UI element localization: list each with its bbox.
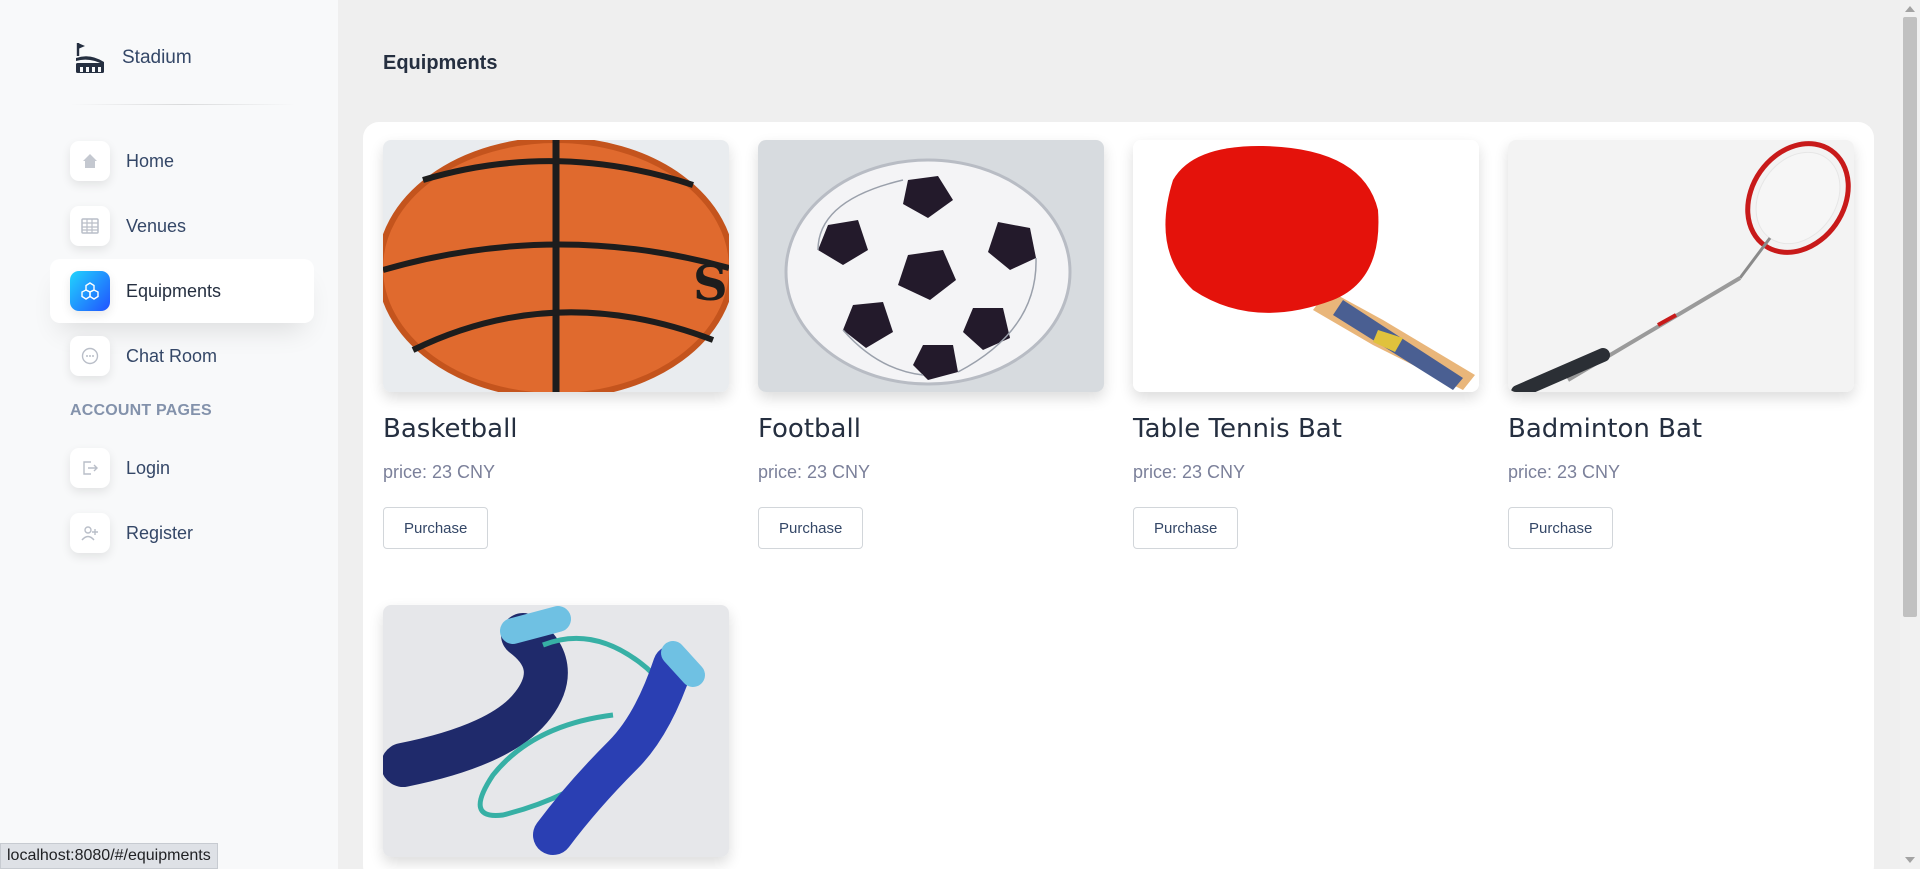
login-icon: [70, 448, 110, 488]
product-price: price: 23 CNY: [383, 462, 496, 482]
sidebar-item-register[interactable]: Register: [50, 501, 314, 565]
product-price: price: 23 CNY: [1133, 462, 1246, 482]
vertical-scrollbar[interactable]: [1900, 0, 1920, 869]
scrollbar-thumb[interactable]: [1903, 17, 1917, 617]
sidebar-item-label: Venues: [126, 215, 187, 236]
product-item: Football price: 23 CNY Purchase: [758, 140, 1104, 549]
section-title-account-pages: ACCOUNT PAGES: [70, 402, 212, 419]
sidebar-item-home[interactable]: Home: [50, 129, 314, 193]
scroll-down-icon[interactable]: [1905, 857, 1915, 863]
sidebar-item-label: Register: [126, 522, 194, 543]
purchase-button[interactable]: Purchase: [1508, 507, 1614, 549]
product-item: Badminton Bat price: 23 CNY Purchase: [1508, 140, 1854, 549]
purchase-button[interactable]: Purchase: [1133, 507, 1239, 549]
basketball-image[interactable]: S: [383, 140, 729, 392]
table-icon: [70, 206, 110, 246]
sidebar-item-label: Home: [126, 150, 175, 171]
sidebar-item-label: Chat Room: [126, 345, 218, 366]
product-price: price: 23 CNY: [1508, 462, 1621, 482]
product-item: [383, 605, 729, 857]
product-item: Table Tennis Bat price: 23 CNY Purchase: [1133, 140, 1479, 549]
cube-cluster-icon: [70, 271, 110, 311]
sidebar: Stadium Home Venues Equipments Chat Room…: [0, 0, 338, 869]
sidebar-item-equipments[interactable]: Equipments: [50, 259, 314, 323]
chat-icon: [70, 336, 110, 376]
divider: [70, 104, 296, 105]
table-tennis-bat-image[interactable]: [1133, 140, 1479, 392]
page-title: Equipments: [383, 52, 498, 74]
product-name: Badminton Bat: [1508, 414, 1703, 444]
product-price: price: 23 CNY: [758, 462, 871, 482]
brand-name: Stadium: [122, 47, 192, 68]
product-name: Basketball: [383, 414, 518, 444]
product-item: S Basketball price: 23 CNY Purchase: [383, 140, 729, 549]
home-icon: [70, 141, 110, 181]
badminton-bat-image[interactable]: [1508, 140, 1854, 392]
sidebar-item-login[interactable]: Login: [50, 436, 314, 500]
brand[interactable]: Stadium: [72, 40, 192, 76]
scroll-up-icon[interactable]: [1905, 6, 1915, 12]
add-user-icon: [70, 513, 110, 553]
jump-rope-image[interactable]: [383, 605, 729, 857]
purchase-button[interactable]: Purchase: [383, 507, 489, 549]
svg-text:S: S: [693, 256, 728, 312]
purchase-button[interactable]: Purchase: [758, 507, 864, 549]
product-name: Football: [758, 414, 861, 444]
sidebar-item-venues[interactable]: Venues: [50, 194, 314, 258]
equipment-card: S Basketball price: 23 CNY Purchase Foot…: [363, 122, 1874, 869]
sidebar-item-label: Login: [126, 457, 171, 478]
product-name: Table Tennis Bat: [1133, 414, 1342, 444]
football-image[interactable]: [758, 140, 1104, 392]
sidebar-item-chat-room[interactable]: Chat Room: [50, 324, 314, 388]
stadium-icon: [76, 43, 104, 73]
sidebar-item-label: Equipments: [126, 280, 222, 301]
status-url: localhost:8080/#/equipments: [0, 843, 218, 869]
